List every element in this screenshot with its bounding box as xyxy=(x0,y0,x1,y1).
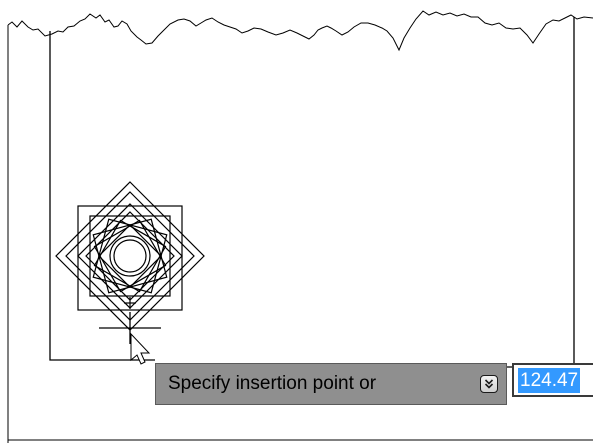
block-preview xyxy=(55,181,205,331)
crosshair-cursor xyxy=(99,312,161,344)
prompt-text: Specify insertion point or xyxy=(168,373,377,394)
coordinate-input-value[interactable]: 124.47 xyxy=(518,368,581,393)
command-prompt-tooltip: Specify insertion point or xyxy=(155,363,507,405)
torn-edge xyxy=(7,10,593,52)
coordinate-input-field[interactable]: 124.47 xyxy=(512,363,593,397)
options-down-arrow-icon[interactable] xyxy=(480,375,498,393)
